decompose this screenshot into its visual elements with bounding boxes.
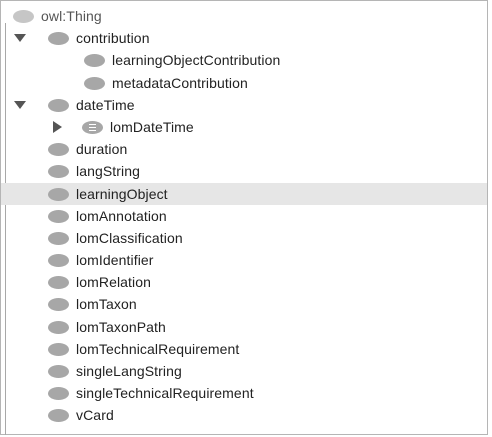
tree-node-label: dateTime bbox=[76, 96, 135, 113]
defined-class-icon bbox=[82, 120, 103, 134]
collapse-toggle[interactable] bbox=[50, 116, 64, 138]
tree-node-langstring[interactable]: langString bbox=[1, 160, 487, 182]
class-ellipse-icon bbox=[48, 143, 69, 157]
triangle-right-icon bbox=[52, 120, 62, 133]
triangle-down-icon bbox=[14, 34, 26, 43]
tree-node-duration[interactable]: duration bbox=[1, 138, 487, 160]
tree-node-lom-identifier[interactable]: lomIdentifier bbox=[1, 249, 487, 271]
tree-node-label: singleLangString bbox=[76, 363, 182, 379]
tree-node-label: lomTaxon bbox=[76, 296, 137, 313]
tree-node-lom-annotation[interactable]: lomAnnotation bbox=[1, 205, 487, 227]
tree-node-datetime[interactable]: dateTime bbox=[1, 94, 487, 116]
class-ellipse-icon bbox=[84, 76, 105, 90]
tree-node-lom-taxon-path[interactable]: lomTaxonPath bbox=[1, 316, 487, 338]
class-ellipse-icon bbox=[48, 187, 69, 201]
tree-node-label: metadataContribution bbox=[112, 74, 248, 91]
tree-node-lom-technical-requirement[interactable]: lomTechnicalRequirement bbox=[1, 338, 487, 360]
class-ellipse-icon bbox=[48, 276, 69, 290]
tree-node-label: duration bbox=[76, 141, 128, 158]
class-ellipse-icon bbox=[84, 54, 105, 68]
class-ellipse-icon bbox=[48, 320, 69, 334]
tree-node-label: lomRelation bbox=[76, 274, 152, 291]
tree-node-label: lomDateTime bbox=[110, 118, 194, 135]
class-ellipse-icon bbox=[48, 387, 69, 401]
class-ellipse-icon bbox=[13, 10, 34, 23]
tree-node-owl-thing[interactable]: owl:Thing bbox=[1, 5, 487, 27]
tree-node-learning-object[interactable]: learningObject bbox=[1, 182, 487, 205]
tree-node-label: vCard bbox=[76, 407, 114, 424]
class-ellipse-icon bbox=[48, 342, 69, 356]
tree-node-label: contribution bbox=[76, 30, 150, 47]
tree-node-label: singleTechnicalRequirement bbox=[76, 385, 254, 402]
class-ellipse-icon bbox=[48, 365, 69, 378]
class-ellipse-icon bbox=[48, 254, 69, 268]
expand-toggle[interactable] bbox=[13, 94, 27, 116]
tree-node-metadata-contribution[interactable]: metadataContribution bbox=[1, 72, 487, 94]
tree-node-vcard[interactable]: vCard bbox=[1, 404, 487, 426]
class-ellipse-icon bbox=[48, 98, 69, 112]
equivalent-lines-icon bbox=[89, 123, 96, 131]
tree-node-label: lomTaxonPath bbox=[76, 318, 166, 335]
class-hierarchy-panel: owl:Thing contribution learningObjectCon… bbox=[0, 0, 488, 435]
class-ellipse-icon bbox=[48, 209, 69, 223]
tree-node-lom-relation[interactable]: lomRelation bbox=[1, 271, 487, 293]
class-ellipse-icon bbox=[48, 32, 69, 46]
tree-node-contribution[interactable]: contribution bbox=[1, 27, 487, 49]
tree-node-learning-object-contribution[interactable]: learningObjectContribution bbox=[1, 49, 487, 71]
tree-node-label: langString bbox=[76, 163, 141, 180]
class-ellipse-icon bbox=[48, 409, 69, 423]
tree-node-label: learningObjectContribution bbox=[112, 52, 281, 69]
triangle-down-icon bbox=[14, 100, 26, 109]
class-ellipse-icon bbox=[48, 165, 69, 179]
tree-node-label: lomAnnotation bbox=[76, 207, 167, 224]
tree-node-single-langstring[interactable]: singleLangString bbox=[1, 360, 487, 382]
expand-toggle[interactable] bbox=[13, 27, 27, 49]
tree-node-label: learningObject bbox=[76, 185, 168, 202]
tree-node-label: lomClassification bbox=[76, 229, 183, 246]
tree-node-label: owl:Thing bbox=[41, 8, 102, 24]
class-ellipse-icon bbox=[48, 298, 69, 312]
class-ellipse-icon bbox=[48, 231, 69, 245]
tree-node-lom-taxon[interactable]: lomTaxon bbox=[1, 293, 487, 315]
tree-node-single-technical-requirement[interactable]: singleTechnicalRequirement bbox=[1, 382, 487, 404]
class-tree: owl:Thing contribution learningObjectCon… bbox=[1, 5, 487, 427]
tree-node-label: lomTechnicalRequirement bbox=[76, 340, 240, 357]
tree-node-lom-datetime[interactable]: lomDateTime bbox=[1, 116, 487, 138]
tree-node-label: lomIdentifier bbox=[76, 252, 154, 269]
tree-node-lom-classification[interactable]: lomClassification bbox=[1, 227, 487, 249]
